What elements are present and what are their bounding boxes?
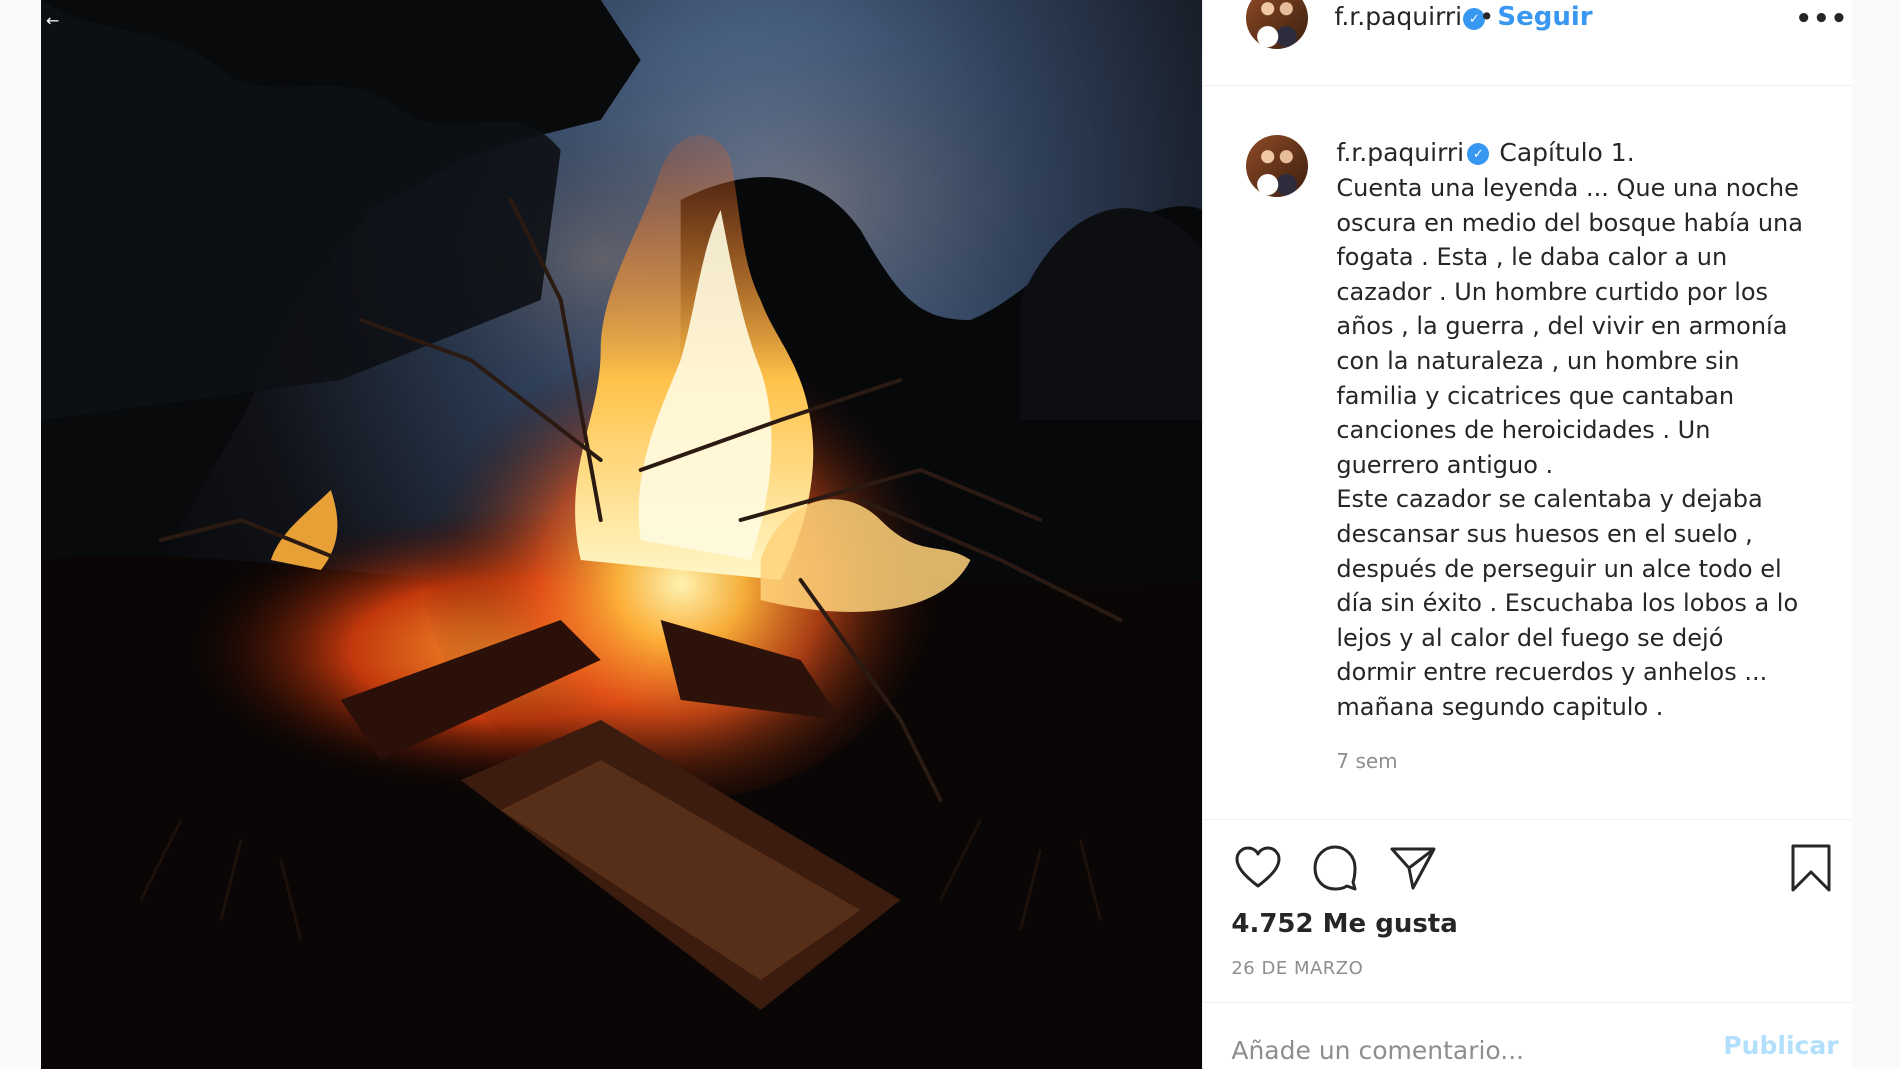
caption-area: f.r.paquirri ✓ Capítulo 1. Cuenta una le…	[1203, 86, 1853, 820]
post-side-panel: f.r.paquirri ✓ • Seguir ••• f.r.paquirri…	[1202, 0, 1853, 1069]
more-horizontal-icon[interactable]: •••	[1795, 4, 1848, 34]
comment-icon[interactable]	[1309, 842, 1361, 894]
follow-button[interactable]: Seguir	[1497, 2, 1592, 32]
header-separator: •	[1479, 2, 1495, 31]
publish-button[interactable]: Publicar	[1723, 1031, 1838, 1060]
caption-avatar[interactable]	[1246, 135, 1309, 197]
author-avatar[interactable]	[1246, 0, 1309, 49]
caption-username[interactable]: f.r.paquirri	[1336, 138, 1464, 167]
bonfire-image	[41, 0, 1203, 1069]
post-date[interactable]: 26 DE MARZO	[1231, 958, 1363, 979]
instagram-post: ← f.r.paquirri ✓ • Seguir ••• f.r.paquir…	[41, 0, 1853, 1069]
heart-icon[interactable]	[1232, 842, 1284, 894]
caption-time-ago[interactable]: 7 sem	[1336, 749, 1397, 773]
likes-count[interactable]: 4.752 Me gusta	[1231, 909, 1457, 939]
share-icon[interactable]	[1387, 842, 1439, 894]
photo-corner-glyph: ←	[46, 11, 60, 30]
bookmark-icon[interactable]	[1785, 842, 1837, 894]
comment-bar: Publicar	[1203, 1002, 1853, 1069]
post-photo[interactable]: ←	[41, 0, 1203, 1069]
post-actions: 4.752 Me gusta 26 DE MARZO	[1203, 820, 1852, 1002]
author-username[interactable]: f.r.paquirri	[1334, 2, 1462, 31]
comment-input[interactable]	[1231, 1031, 1682, 1069]
post-header: f.r.paquirri ✓ • Seguir •••	[1203, 0, 1853, 86]
caption-title: Capítulo 1.	[1499, 138, 1635, 167]
caption-verified-badge-icon: ✓	[1467, 143, 1490, 165]
caption-body: Cuenta una leyenda ... Que una noche osc…	[1336, 174, 1803, 721]
